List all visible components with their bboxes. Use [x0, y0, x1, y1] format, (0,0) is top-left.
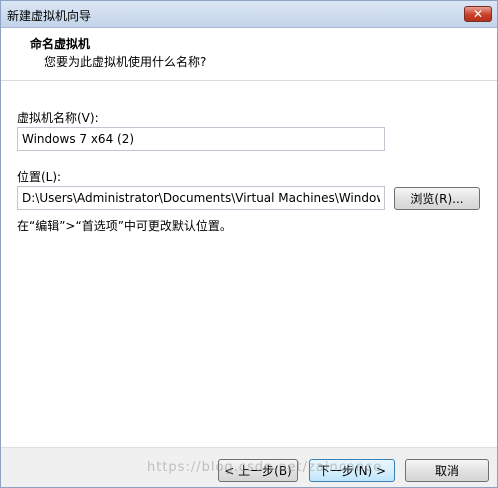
window-title: 新建虚拟机向导	[7, 9, 92, 23]
close-button[interactable]: ✕	[464, 6, 492, 22]
wizard-content: 虚拟机名称(V): 位置(L): 浏览(R)... 在“编辑”>“首选项”中可更…	[1, 81, 497, 447]
wizard-window: 新建虚拟机向导 ✕ 命名虚拟机 您要为此虚拟机使用什么名称? 虚拟机名称(V):…	[0, 0, 498, 488]
location-label: 位置(L):	[17, 170, 62, 184]
page-subtitle: 您要为此虚拟机使用什么名称?	[44, 55, 207, 69]
close-icon: ✕	[472, 7, 484, 21]
cancel-button[interactable]: 取消	[405, 459, 489, 482]
browse-button[interactable]: 浏览(R)...	[394, 187, 480, 210]
location-input[interactable]	[17, 186, 385, 210]
vm-name-input[interactable]	[17, 127, 385, 151]
location-hint: 在“编辑”>“首选项”中可更改默认位置。	[17, 219, 232, 233]
vm-name-label: 虚拟机名称(V):	[17, 111, 99, 125]
wizard-header: 命名虚拟机 您要为此虚拟机使用什么名称?	[1, 28, 497, 81]
watermark-text: https://blog.csdn.net/zaincance	[147, 460, 383, 475]
title-bar[interactable]: 新建虚拟机向导 ✕	[1, 1, 497, 28]
page-title: 命名虚拟机	[30, 37, 91, 51]
